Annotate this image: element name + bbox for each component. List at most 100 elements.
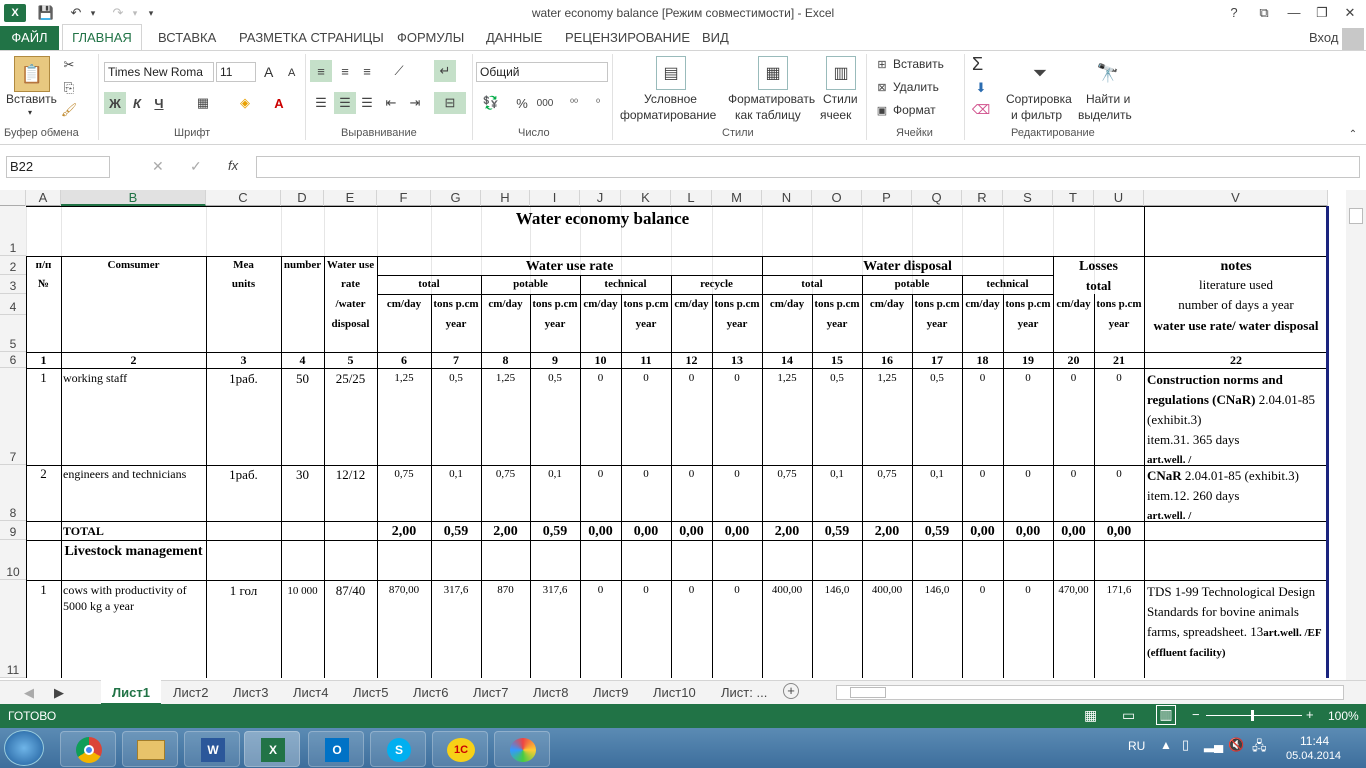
unit-cm-day[interactable]: cm/day — [483, 296, 528, 312]
zoom-slider-thumb[interactable] — [1251, 710, 1254, 721]
total-value[interactable]: 0,59 — [532, 523, 578, 541]
shrink-font-button[interactable]: A — [288, 67, 295, 79]
tab-view[interactable]: ВИД — [702, 30, 729, 45]
consumer-name[interactable]: working staff — [63, 370, 204, 402]
column-header-l[interactable]: L — [671, 190, 712, 206]
paste-icon[interactable]: 📋 — [14, 56, 50, 92]
sheet-title[interactable]: Water economy balance — [63, 208, 1142, 230]
tab-data[interactable]: ДАННЫЕ — [486, 30, 542, 45]
word-icon[interactable]: W — [184, 731, 240, 767]
column-header-g[interactable]: G — [431, 190, 481, 206]
total-value[interactable]: 0,00 — [1005, 523, 1051, 541]
value-cell[interactable]: 1,25 — [379, 370, 429, 386]
value-cell[interactable]: 146,0 — [814, 582, 860, 598]
unit-year[interactable]: year — [814, 316, 860, 332]
column-number[interactable]: 11 — [623, 353, 669, 367]
grow-font-button[interactable]: A — [264, 64, 273, 80]
value-cell[interactable]: 0 — [582, 582, 619, 598]
consumer-name[interactable]: engineers and technicians — [63, 466, 204, 498]
notes-row-11[interactable]: TDS 1-99 Technological Design Standards … — [1147, 582, 1326, 663]
percent-button[interactable]: % — [512, 92, 532, 114]
value-cell[interactable]: 0,1 — [814, 466, 860, 482]
sheet-tab-5[interactable]: Лист5 — [353, 685, 388, 700]
header-total-disposal[interactable]: total — [764, 276, 860, 292]
zoom-in-icon[interactable]: + — [1306, 707, 1314, 722]
column-number[interactable]: 8 — [483, 353, 528, 367]
header-rate-2[interactable]: rate — [326, 276, 375, 292]
header-notes[interactable]: notes — [1146, 258, 1326, 276]
value-cell[interactable]: 1,25 — [864, 370, 910, 386]
row-number[interactable]: 1 — [28, 582, 59, 598]
value-cell[interactable]: 0 — [1005, 582, 1051, 598]
value-cell[interactable]: 0 — [673, 466, 710, 482]
column-header-d[interactable]: D — [281, 190, 324, 206]
start-button-icon[interactable] — [4, 730, 44, 766]
signal-icon[interactable]: ▂▄ — [1204, 737, 1223, 753]
rate-value[interactable]: 25/25 — [326, 371, 375, 387]
name-box[interactable]: B22 — [6, 156, 110, 178]
signin-link[interactable]: Вход — [1309, 30, 1338, 45]
sheet-tab-1[interactable]: Лист1 — [112, 685, 150, 700]
unit-tons[interactable]: tons p.cm — [623, 296, 669, 312]
header-consumer[interactable]: Comsumer — [63, 257, 204, 273]
sheet-tab-6[interactable]: Лист6 — [413, 685, 448, 700]
notes-row-8[interactable]: CNaR 2.04.01-85 (exhibit.3) item.12. 260 … — [1147, 466, 1326, 526]
value-cell[interactable]: 0 — [964, 466, 1001, 482]
volume-icon[interactable]: 🔇 — [1228, 737, 1244, 753]
column-header-u[interactable]: U — [1094, 190, 1144, 206]
unit-cm-day[interactable]: cm/day — [764, 296, 810, 312]
column-header-o[interactable]: O — [812, 190, 862, 206]
fill-color-icon[interactable]: ◈ — [234, 92, 256, 114]
increase-decimal-icon[interactable]: ⁰⁰ — [564, 92, 584, 114]
row-number[interactable]: 1 — [28, 370, 59, 386]
clear-icon[interactable]: ⌫ — [972, 101, 990, 119]
total-label[interactable]: TOTAL — [63, 523, 204, 539]
row-header-2[interactable]: 2 — [0, 256, 26, 275]
tab-formulas[interactable]: ФОРМУЛЫ — [397, 30, 464, 45]
column-number[interactable]: 7 — [433, 353, 479, 367]
column-header-r[interactable]: R — [962, 190, 1003, 206]
column-number[interactable]: 22 — [1146, 353, 1326, 367]
value-cell[interactable]: 0 — [623, 370, 669, 386]
units-value[interactable]: 1 гол — [208, 583, 279, 599]
prev-sheet-icon[interactable]: ◀ — [24, 685, 34, 701]
enter-icon[interactable]: ✓ — [190, 158, 202, 175]
column-number[interactable]: 3 — [208, 353, 279, 367]
consumer-name[interactable]: cows with productivity of 5000 kg a year — [63, 582, 204, 614]
skype-icon[interactable]: S — [370, 731, 426, 767]
format-cells-icon[interactable]: ▣ — [874, 102, 890, 118]
column-number[interactable]: 12 — [673, 353, 710, 367]
1c-icon[interactable]: 1С — [432, 731, 488, 767]
unit-tons[interactable]: tons p.cm — [433, 296, 479, 312]
sheet-tab-3[interactable]: Лист3 — [233, 685, 268, 700]
value-cell[interactable]: 1,25 — [483, 370, 528, 386]
unit-year[interactable]: year — [914, 316, 960, 332]
format-as-table-label-1[interactable]: Форматировать — [728, 92, 815, 106]
unit-tons[interactable]: tons p.cm — [1005, 296, 1051, 312]
cell-styles-icon[interactable]: ▥ — [826, 56, 856, 90]
header-mea[interactable]: Mea — [208, 257, 279, 273]
unit-tons[interactable]: tons p.cm — [1096, 296, 1142, 312]
chrome-icon[interactable] — [60, 731, 116, 767]
header-rate-3[interactable]: /water — [326, 296, 375, 312]
page-break-view-icon[interactable]: ▥ — [1156, 705, 1176, 725]
row-header-7[interactable]: 7 — [0, 368, 26, 465]
increase-indent-icon[interactable]: ⇥ — [404, 92, 426, 114]
total-value[interactable]: 0,59 — [433, 523, 479, 541]
header-potable[interactable]: potable — [483, 276, 578, 292]
sheet-tab-4[interactable]: Лист4 — [293, 685, 328, 700]
header-no[interactable]: № — [28, 276, 59, 292]
unit-year[interactable]: year — [714, 316, 760, 332]
header-total[interactable]: total — [379, 276, 479, 292]
value-cell[interactable]: 870 — [483, 582, 528, 598]
column-number[interactable]: 16 — [864, 353, 910, 367]
units-value[interactable]: 1раб. — [208, 467, 279, 483]
column-number[interactable]: 4 — [283, 353, 322, 367]
column-header-f[interactable]: F — [377, 190, 431, 206]
column-header-k[interactable]: K — [621, 190, 671, 206]
minimize-button[interactable]: — — [1284, 4, 1304, 22]
value-cell[interactable]: 0 — [623, 582, 669, 598]
delete-cells-icon[interactable]: ⊠ — [874, 79, 890, 95]
column-header-a[interactable]: A — [26, 190, 61, 206]
value-cell[interactable]: 0 — [1055, 466, 1092, 482]
